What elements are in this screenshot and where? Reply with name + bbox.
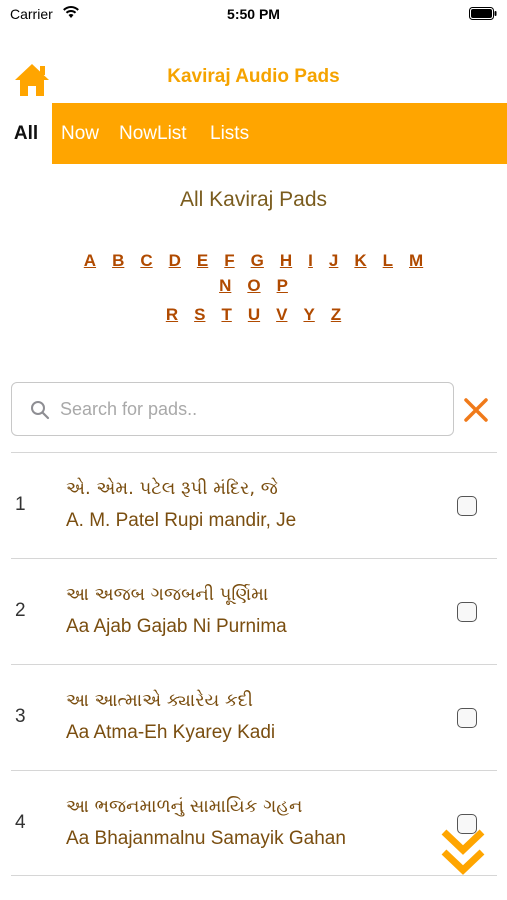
list-item[interactable]: 2 આ અજબ ગજબની પૂર્ણિમા Aa Ajab Gajab Ni … [11,558,497,664]
item-title-gujarati: આ ભજનમાળનું સામાયિક ગહન [66,796,303,817]
letter-link[interactable]: Y [303,305,314,325]
letter-link[interactable]: J [329,251,338,271]
item-checkbox[interactable] [457,602,477,622]
letter-link[interactable]: V [276,305,287,325]
search-icon [31,401,50,420]
item-number: 4 [15,812,26,833]
item-checkbox[interactable] [457,496,477,516]
search-input[interactable] [60,393,440,425]
letter-link[interactable]: K [354,251,366,271]
item-checkbox[interactable] [457,708,477,728]
item-title-gujarati: આ અજબ ગજબની પૂર્ણિમા [66,584,269,605]
item-title-gujarati: આ આત્માએ ક્યારેય કદી [66,690,253,711]
item-title-gujarati: એ. એમ. પટેલ રૂપી મંદિર, જે [66,478,278,499]
status-bar: Carrier 5:50 PM [0,0,507,30]
tab-lists[interactable]: Lists [210,103,249,164]
item-number: 3 [15,706,26,727]
letter-link[interactable]: Z [331,305,341,325]
alphabet-row-1: ABCDEFGHIJKLM [0,251,507,271]
alphabet-row-3: RSTUVYZ [0,305,507,325]
letter-link[interactable]: F [224,251,234,271]
item-number: 1 [15,494,26,515]
letter-link[interactable]: T [221,305,231,325]
scroll-down-icon[interactable] [440,826,486,878]
section-title: All Kaviraj Pads [179,188,328,211]
letter-link[interactable]: O [247,276,260,296]
list-item[interactable]: 4 આ ભજનમાળનું સામાયિક ગહન Aa Bhajanmalnu… [11,770,497,876]
letter-link[interactable]: I [308,251,313,271]
letter-link[interactable]: S [194,305,205,325]
letter-link[interactable]: A [84,251,96,271]
item-title-english: A. M. Patel Rupi mandir, Je [66,510,297,531]
app-title: Kaviraj Audio Pads [167,66,340,87]
pad-list: 1 એ. એમ. પટેલ રૂપી મંદિર, જે A. M. Patel… [11,452,497,876]
tab-now[interactable]: Now [61,103,99,164]
letter-link[interactable]: C [140,251,152,271]
search-box [11,382,454,436]
letter-link[interactable]: D [169,251,181,271]
letter-link[interactable]: B [112,251,124,271]
letter-link[interactable]: P [277,276,288,296]
list-item[interactable]: 1 એ. એમ. પટેલ રૂપી મંદિર, જે A. M. Patel… [11,452,497,558]
letter-link[interactable]: H [280,251,292,271]
list-item[interactable]: 3 આ આત્માએ ક્યારેય કદી Aa Atma-Eh Kyarey… [11,664,497,770]
letter-link[interactable]: R [166,305,178,325]
tab-bar: All Now NowList Lists [0,103,507,164]
item-title-english: Aa Bhajanmalnu Samayik Gahan [66,828,346,849]
status-time: 5:50 PM [227,6,280,22]
letter-link[interactable]: E [197,251,208,271]
letter-link[interactable]: U [248,305,260,325]
letter-link[interactable]: G [251,251,264,271]
clear-search-icon[interactable] [462,396,490,424]
alphabet-row-2: NOP [0,276,507,296]
letter-link[interactable]: L [383,251,393,271]
battery-icon [469,7,497,20]
tab-nowlist[interactable]: NowList [119,103,187,164]
letter-link[interactable]: M [409,251,423,271]
item-number: 2 [15,600,26,621]
letter-link[interactable]: N [219,276,231,296]
tab-all[interactable]: All [0,103,52,164]
item-title-english: Aa Atma-Eh Kyarey Kadi [66,722,276,743]
item-title-english: Aa Ajab Gajab Ni Purnima [66,616,287,637]
